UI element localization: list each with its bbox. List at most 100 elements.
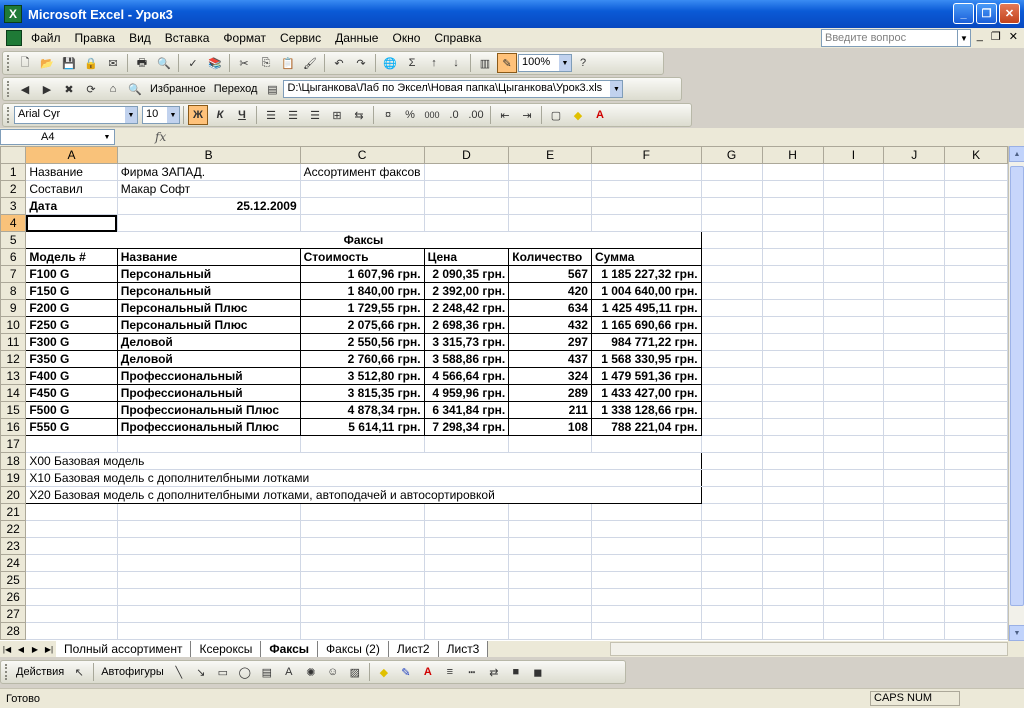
favorites-menu[interactable]: Избранное [146,83,210,95]
cell[interactable]: F250 G [25,316,118,334]
cell[interactable]: Стоимость [299,248,425,266]
cell[interactable] [883,537,946,555]
cell[interactable] [423,214,510,232]
cell[interactable] [822,571,885,589]
sheet-tab-active[interactable]: Факсы [261,641,319,657]
cell[interactable] [423,503,510,521]
cell[interactable] [883,520,946,538]
cell[interactable] [700,469,763,487]
cell[interactable]: 4 566,64 грн. [423,367,510,385]
column-header[interactable]: B [116,146,301,164]
font-color-icon[interactable]: A [590,105,610,125]
cell[interactable] [822,605,885,623]
row-header[interactable]: 10 [0,316,27,334]
column-header[interactable]: F [590,146,702,164]
cell[interactable] [822,231,885,249]
document-icon[interactable] [6,30,22,46]
cell[interactable] [299,605,425,623]
cell[interactable] [822,435,885,453]
cell[interactable] [700,231,763,249]
cell[interactable]: 1 004 640,00 грн. [590,282,702,300]
text-direction-icon[interactable]: ⇆ [349,105,369,125]
scroll-thumb[interactable] [1010,166,1024,606]
cell[interactable]: Название [116,248,301,266]
row-header[interactable]: 28 [0,622,27,640]
save-icon[interactable]: 💾 [59,53,79,73]
cell[interactable]: 788 221,04 грн. [590,418,702,436]
cell[interactable]: 2 090,35 грн. [423,265,510,283]
cell[interactable]: 2 550,56 грн. [299,333,425,351]
cell[interactable] [25,214,118,232]
cell[interactable] [299,571,425,589]
forward-icon[interactable]: ▶ [37,79,57,99]
cell[interactable] [822,554,885,572]
chevron-down-icon[interactable]: ▼ [125,107,137,123]
cell[interactable] [944,248,1008,266]
new-file-icon[interactable]: 🗋 [15,53,35,73]
cell[interactable] [761,214,824,232]
cell[interactable] [423,537,510,555]
cell[interactable]: 4 959,96 грн. [423,384,510,402]
cell[interactable]: 6 341,84 грн. [423,401,510,419]
cell[interactable] [25,588,118,606]
cell[interactable] [822,384,885,402]
cell[interactable] [822,180,885,198]
toolbar-grip[interactable] [5,664,8,680]
column-header[interactable]: C [299,146,425,164]
research-icon[interactable]: 📚 [205,53,225,73]
worksheet-grid[interactable]: A B C D E F G H I J K 1 Название Фирма ЗАП… [0,146,1008,641]
format-painter-icon[interactable]: 🖌 [300,53,320,73]
cell[interactable] [590,180,702,198]
row-header[interactable]: 16 [0,418,27,436]
cell[interactable] [700,486,763,504]
print-icon[interactable]: 🖶 [132,53,152,73]
cell[interactable]: Ассортимент факсов [299,163,425,181]
show-web-toolbar-icon[interactable]: ▤ [262,79,282,99]
cell[interactable] [944,503,1008,521]
cell[interactable] [761,384,824,402]
cell[interactable] [944,418,1008,436]
cell[interactable] [590,622,702,640]
cell[interactable] [299,622,425,640]
cell[interactable] [883,367,946,385]
cell[interactable] [700,299,763,317]
cell[interactable] [761,282,824,300]
vertical-scrollbar[interactable]: ▲ ▼ [1008,146,1024,641]
cell[interactable] [700,571,763,589]
cell[interactable] [700,605,763,623]
cell[interactable] [761,180,824,198]
cell[interactable]: Количество [508,248,592,266]
font-color-icon[interactable]: A [418,662,438,682]
cell[interactable] [299,554,425,572]
horizontal-scrollbar[interactable] [610,642,1008,656]
cell[interactable] [944,265,1008,283]
cell[interactable]: F400 G [25,367,118,385]
row-header[interactable]: 15 [0,401,27,419]
cell[interactable]: Профессиональный [116,384,301,402]
cell[interactable] [116,520,301,538]
cell[interactable] [761,503,824,521]
cell[interactable] [822,265,885,283]
cell[interactable] [822,588,885,606]
cell[interactable] [25,605,118,623]
cell[interactable] [761,605,824,623]
cell[interactable]: Макар Софт [116,180,301,198]
cell[interactable]: Персональный Плюс [116,299,301,317]
align-left-icon[interactable]: ☰ [261,105,281,125]
percent-button[interactable]: % [400,105,420,125]
note-cell[interactable]: X10 Базовая модель с дополнителбными лот… [25,469,702,487]
cell[interactable] [423,180,510,198]
row-header[interactable]: 4 [0,214,27,232]
menu-data[interactable]: Данные [328,31,385,45]
cell[interactable] [423,520,510,538]
cell[interactable] [761,520,824,538]
row-header[interactable]: 23 [0,537,27,555]
cell[interactable] [508,163,592,181]
cell[interactable] [700,316,763,334]
cell[interactable]: 2 698,36 грн. [423,316,510,334]
cell[interactable] [944,163,1008,181]
cell[interactable] [700,588,763,606]
row-header[interactable]: 20 [0,486,27,504]
cell[interactable]: Модель # [25,248,118,266]
cell[interactable] [883,316,946,334]
